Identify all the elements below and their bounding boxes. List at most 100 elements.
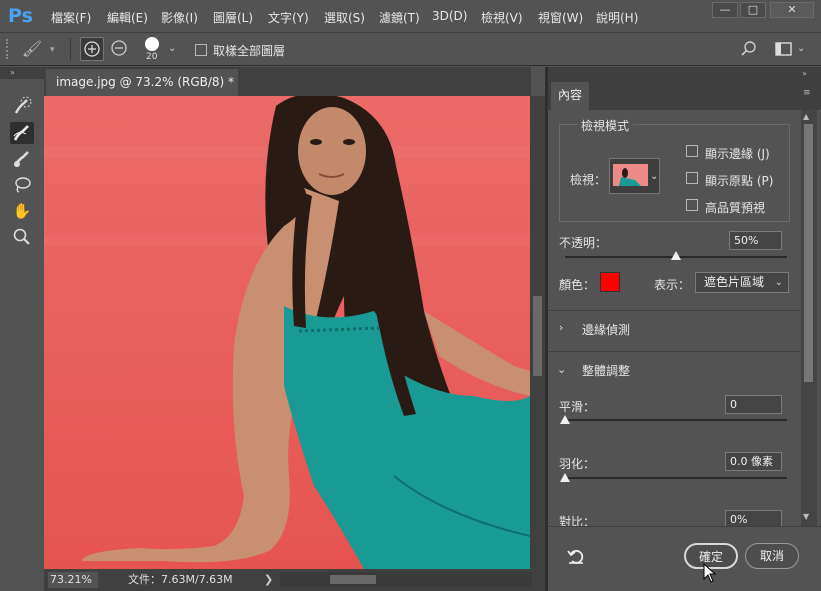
brush-picker-chevron-icon[interactable]: ⌄ [168, 43, 176, 54]
view-thumbnail [613, 164, 648, 186]
panel-scroll-down-icon[interactable]: ▼ [803, 512, 809, 521]
search-icon[interactable] [740, 40, 758, 58]
status-menu-arrow-icon[interactable]: ❯ [264, 572, 273, 588]
footer-divider [548, 526, 821, 527]
menu-type[interactable]: 文字(Y) [268, 9, 309, 26]
high-quality-preview-label: 高品質預視 [705, 201, 766, 215]
panel-scroll-thumb[interactable] [804, 124, 813, 382]
add-circle-icon [84, 41, 100, 57]
menu-help[interactable]: 說明(H) [596, 9, 638, 26]
smooth-slider-track[interactable] [565, 419, 787, 421]
hand-tool-icon[interactable]: ✋ [10, 200, 34, 222]
zoom-tool-icon[interactable] [10, 226, 34, 248]
options-grip [6, 39, 8, 59]
menu-window[interactable]: 視窗(W) [538, 9, 583, 26]
refine-radius-tool-icon[interactable] [10, 122, 34, 144]
feather-input[interactable]: 0.0 像素 [725, 452, 782, 471]
view-dropdown-chevron-icon: ⌄ [650, 171, 659, 182]
view-mode-picker[interactable]: ⌄ [609, 158, 660, 194]
menu-image[interactable]: 影像(I) [161, 9, 198, 26]
global-refine-collapse-icon[interactable]: ⌄ [557, 363, 566, 376]
high-quality-preview-checkbox[interactable] [686, 199, 698, 211]
mouse-cursor-icon [703, 562, 717, 583]
panel-menu-icon[interactable]: ≡ [803, 88, 811, 98]
panel-header-strip: » [548, 67, 821, 82]
contrast-label: 對比： [559, 515, 596, 526]
add-to-selection-button[interactable] [80, 37, 104, 61]
reset-icon[interactable] [566, 546, 588, 566]
menu-edit[interactable]: 編輯(E) [107, 9, 148, 26]
menu-bar: Ps 檔案(F) 編輯(E) 影像(I) 圖層(L) 文字(Y) 選取(S) 濾… [0, 0, 821, 33]
edge-detection-header[interactable]: 邊緣偵測 [582, 321, 630, 338]
workspace-icon[interactable] [774, 39, 794, 59]
view-label: 檢視： [570, 173, 607, 187]
opacity-label: 不透明： [559, 236, 608, 250]
quick-selection-tool-icon[interactable] [10, 95, 34, 117]
display-chevron-icon: ⌄ [774, 277, 783, 288]
options-bar: 🖌 ▾ 20 ⌄ 取樣全部圖層 ⌄ [0, 33, 821, 66]
edge-detection-expand-icon[interactable]: › [559, 321, 563, 334]
contrast-input[interactable]: 0% [725, 510, 782, 526]
canvas-horizontal-scrollbar[interactable] [280, 572, 532, 587]
maximize-button[interactable]: □ [740, 2, 766, 18]
opacity-input[interactable]: 50% [729, 231, 782, 250]
feather-slider-thumb[interactable] [560, 473, 570, 482]
canvas-hscroll-thumb[interactable] [330, 575, 376, 584]
brush-size-value: 20 [146, 52, 158, 62]
smooth-label: 平滑： [559, 400, 596, 414]
document-canvas[interactable] [44, 96, 530, 569]
show-original-label: 顯示原點 (P) [705, 174, 774, 188]
cancel-button[interactable]: 取消 [745, 543, 799, 569]
quick-selection-preset-icon[interactable]: 🖌 [18, 38, 46, 60]
view-mode-title: 檢視模式 [577, 117, 634, 134]
minimize-button[interactable]: — [712, 2, 738, 18]
show-edge-label: 顯示邊緣 (J) [705, 147, 770, 161]
file-size-info: 文件：7.63M/7.63M [128, 573, 233, 586]
display-select[interactable]: 遮色片區域 ⌄ [695, 272, 789, 293]
show-edge-checkbox[interactable] [686, 145, 698, 157]
divider [70, 38, 71, 60]
preset-chevron-icon[interactable]: ▾ [50, 45, 55, 55]
smooth-input[interactable]: 0 [725, 395, 782, 414]
panel-scroll-up-icon[interactable]: ▲ [803, 112, 809, 121]
color-swatch[interactable] [600, 272, 620, 292]
show-original-checkbox[interactable] [686, 172, 698, 184]
masked-photo [44, 96, 530, 569]
properties-panel-body: 檢視模式 檢視： ⌄ 顯示邊緣 (J) 顯示原點 (P) 高品質預視 不透明： … [548, 110, 800, 526]
brush-preview-icon[interactable] [145, 37, 159, 51]
menu-select[interactable]: 選取(S) [324, 9, 365, 26]
zoom-level[interactable]: 73.21% [48, 572, 98, 588]
subtract-from-selection-button[interactable] [108, 37, 132, 61]
sample-all-layers-label: 取樣全部圖層 [213, 44, 286, 58]
close-window-button[interactable]: ✕ [770, 2, 814, 18]
section-divider [548, 351, 800, 352]
subtract-circle-icon [111, 40, 127, 56]
tools-panel: » ✋ [0, 67, 44, 591]
display-select-value: 遮色片區域 [704, 275, 765, 289]
menu-layer[interactable]: 圖層(L) [213, 9, 253, 26]
menu-3d[interactable]: 3D(D) [432, 9, 467, 23]
smooth-slider-thumb[interactable] [560, 415, 570, 424]
document-tab[interactable]: image.jpg @ 73.2% (RGB/8) * × [46, 69, 238, 116]
canvas-scroll-thumb[interactable] [533, 296, 542, 376]
panel-vertical-scrollbar[interactable]: ▲ ▼ [801, 110, 817, 526]
panel-collapse-icon[interactable]: » [802, 67, 807, 81]
tools-collapse-icon[interactable]: » [0, 67, 44, 79]
global-refine-header[interactable]: 整體調整 [582, 362, 630, 379]
tab-properties[interactable]: 內容 [551, 82, 589, 110]
menu-filter[interactable]: 濾鏡(T) [379, 9, 420, 26]
status-bar: 73.21% 文件：7.63M/7.63M ❯ [44, 569, 545, 591]
sample-all-layers-checkbox[interactable] [195, 44, 207, 56]
feather-slider-track[interactable] [565, 477, 787, 479]
canvas-vertical-scrollbar[interactable] [530, 96, 545, 569]
menu-file[interactable]: 檔案(F) [51, 9, 91, 26]
workspace-chevron-icon[interactable]: ⌄ [797, 43, 805, 54]
feather-label: 羽化： [559, 457, 596, 471]
color-label: 顏色： [559, 278, 596, 292]
menu-view[interactable]: 檢視(V) [481, 9, 523, 26]
opacity-slider-thumb[interactable] [671, 251, 681, 260]
photoshop-logo: Ps [8, 5, 33, 27]
display-label: 表示： [654, 278, 691, 292]
lasso-tool-icon[interactable] [10, 174, 34, 196]
brush-tool-icon[interactable] [10, 148, 34, 170]
